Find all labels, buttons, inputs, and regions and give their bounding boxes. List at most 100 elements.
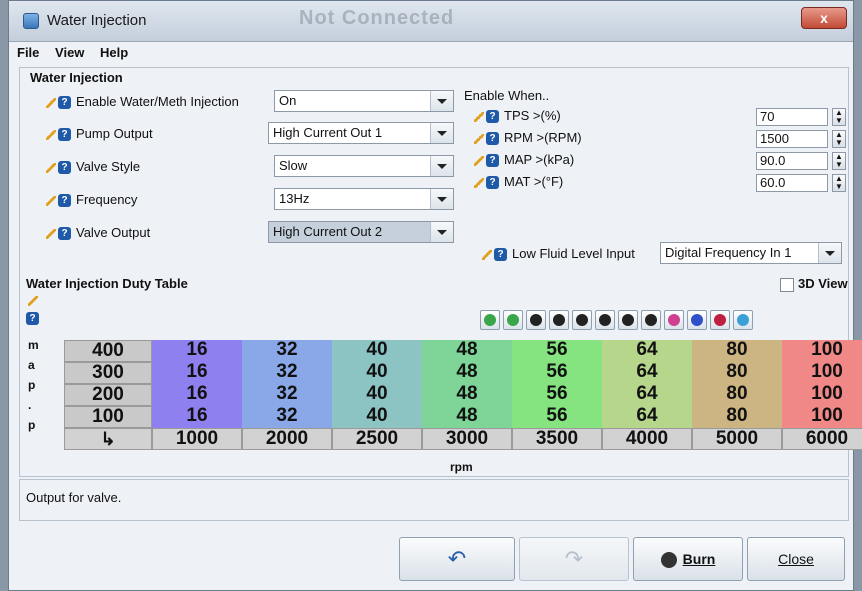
- chevron-down-icon[interactable]: [430, 189, 453, 209]
- table-cell[interactable]: 80: [692, 406, 782, 428]
- subtract-icon[interactable]: [595, 310, 615, 330]
- table-cell[interactable]: 40: [332, 340, 422, 362]
- table-cell[interactable]: 32: [242, 406, 332, 428]
- table-cell[interactable]: 80: [692, 362, 782, 384]
- frequency-select[interactable]: 13Hz: [274, 188, 454, 210]
- table-cell[interactable]: 56: [512, 384, 602, 406]
- shift-up-icon[interactable]: [549, 310, 569, 330]
- rpm-spinner[interactable]: ▲ ▼: [832, 130, 846, 148]
- pump-output-select[interactable]: High Current Out 1: [268, 122, 454, 144]
- multiply-icon[interactable]: [641, 310, 661, 330]
- burn-button[interactable]: Burn: [633, 537, 743, 581]
- chevron-down-icon[interactable]: [430, 91, 453, 111]
- row-header[interactable]: 200: [64, 384, 152, 406]
- table-cell[interactable]: 40: [332, 384, 422, 406]
- map-spinner[interactable]: ▲ ▼: [832, 152, 846, 170]
- table-cell[interactable]: 16: [152, 406, 242, 428]
- table-cell[interactable]: 16: [152, 384, 242, 406]
- help-icon[interactable]: ?: [494, 248, 507, 262]
- color-gradient-icon[interactable]: [733, 310, 753, 330]
- pencil-icon[interactable]: [474, 133, 484, 144]
- row-header[interactable]: 300: [64, 362, 152, 384]
- help-icon[interactable]: ?: [58, 194, 71, 208]
- valve-style-select[interactable]: Slow: [274, 155, 454, 177]
- row-header[interactable]: 100: [64, 406, 152, 428]
- pencil-icon[interactable]: [46, 195, 56, 206]
- add-icon[interactable]: [618, 310, 638, 330]
- menu-help[interactable]: Help: [100, 45, 128, 60]
- table-cell[interactable]: 100: [782, 340, 862, 362]
- axis-swap-button[interactable]: ↳: [64, 428, 152, 450]
- column-header[interactable]: 5000: [692, 428, 782, 450]
- mat-spinner[interactable]: ▲ ▼: [832, 174, 846, 192]
- chevron-down-icon[interactable]: [430, 156, 453, 176]
- column-header[interactable]: 1000: [152, 428, 242, 450]
- table-pencil-icon[interactable]: [28, 296, 38, 306]
- horizontal-lines-icon[interactable]: [687, 310, 707, 330]
- table-cell[interactable]: 40: [332, 362, 422, 384]
- table-cell[interactable]: 56: [512, 362, 602, 384]
- pencil-icon[interactable]: [46, 162, 56, 173]
- help-icon[interactable]: ?: [58, 128, 71, 142]
- rpm-input[interactable]: 1500: [756, 130, 828, 148]
- column-header[interactable]: 4000: [602, 428, 692, 450]
- table-cell[interactable]: 32: [242, 340, 332, 362]
- table-cell[interactable]: 48: [422, 340, 512, 362]
- help-icon[interactable]: ?: [58, 96, 71, 110]
- column-header[interactable]: 3500: [512, 428, 602, 450]
- column-header[interactable]: 6000: [782, 428, 862, 450]
- help-icon[interactable]: ?: [486, 176, 499, 190]
- redo-button[interactable]: ↷: [519, 537, 629, 581]
- table-cell[interactable]: 100: [782, 406, 862, 428]
- pencil-icon[interactable]: [46, 228, 56, 239]
- chevron-down-icon[interactable]: [818, 243, 841, 263]
- pencil-icon[interactable]: [482, 249, 492, 260]
- table-cell[interactable]: 48: [422, 384, 512, 406]
- vertical-lines-icon[interactable]: [710, 310, 730, 330]
- title-bar[interactable]: Water Injection Not Connected x: [9, 1, 853, 42]
- menu-file[interactable]: File: [17, 45, 39, 60]
- enable-select[interactable]: On: [274, 90, 454, 112]
- table-cell[interactable]: 64: [602, 406, 692, 428]
- pencil-icon[interactable]: [46, 97, 56, 108]
- table-cell[interactable]: 32: [242, 362, 332, 384]
- help-icon[interactable]: ?: [58, 161, 71, 175]
- pencil-icon[interactable]: [474, 177, 484, 188]
- map-input[interactable]: 90.0: [756, 152, 828, 170]
- table-help-icon[interactable]: ?: [26, 312, 39, 325]
- table-cell[interactable]: 56: [512, 406, 602, 428]
- chevron-down-icon[interactable]: [430, 123, 453, 143]
- table-cell[interactable]: 100: [782, 384, 862, 406]
- close-button[interactable]: Close: [747, 537, 845, 581]
- table-cell[interactable]: 16: [152, 340, 242, 362]
- pencil-icon[interactable]: [46, 129, 56, 140]
- set-value-icon[interactable]: [526, 310, 546, 330]
- pencil-icon[interactable]: [474, 155, 484, 166]
- table-cell[interactable]: 32: [242, 384, 332, 406]
- table-cell[interactable]: 64: [602, 362, 692, 384]
- help-icon[interactable]: ?: [486, 154, 499, 168]
- window-close-button[interactable]: x: [801, 7, 847, 29]
- table-cell[interactable]: 100: [782, 362, 862, 384]
- decrease-green-icon[interactable]: [503, 310, 523, 330]
- column-header[interactable]: 2000: [242, 428, 332, 450]
- column-header[interactable]: 3000: [422, 428, 512, 450]
- shift-down-icon[interactable]: [572, 310, 592, 330]
- 3d-view-checkbox[interactable]: [780, 278, 794, 292]
- undo-button[interactable]: ↶: [399, 537, 515, 581]
- menu-view[interactable]: View: [55, 45, 84, 60]
- help-icon[interactable]: ?: [486, 132, 499, 146]
- table-cell[interactable]: 64: [602, 340, 692, 362]
- column-header[interactable]: 2500: [332, 428, 422, 450]
- mat-input[interactable]: 60.0: [756, 174, 828, 192]
- valve-output-select[interactable]: High Current Out 2: [268, 221, 454, 243]
- table-cell[interactable]: 48: [422, 406, 512, 428]
- tps-input[interactable]: 70: [756, 108, 828, 126]
- table-cell[interactable]: 16: [152, 362, 242, 384]
- pencil-icon[interactable]: [474, 111, 484, 122]
- help-icon[interactable]: ?: [58, 227, 71, 241]
- row-header[interactable]: 400: [64, 340, 152, 362]
- chevron-down-icon[interactable]: [430, 222, 453, 242]
- low-fluid-select[interactable]: Digital Frequency In 1: [660, 242, 842, 264]
- table-cell[interactable]: 48: [422, 362, 512, 384]
